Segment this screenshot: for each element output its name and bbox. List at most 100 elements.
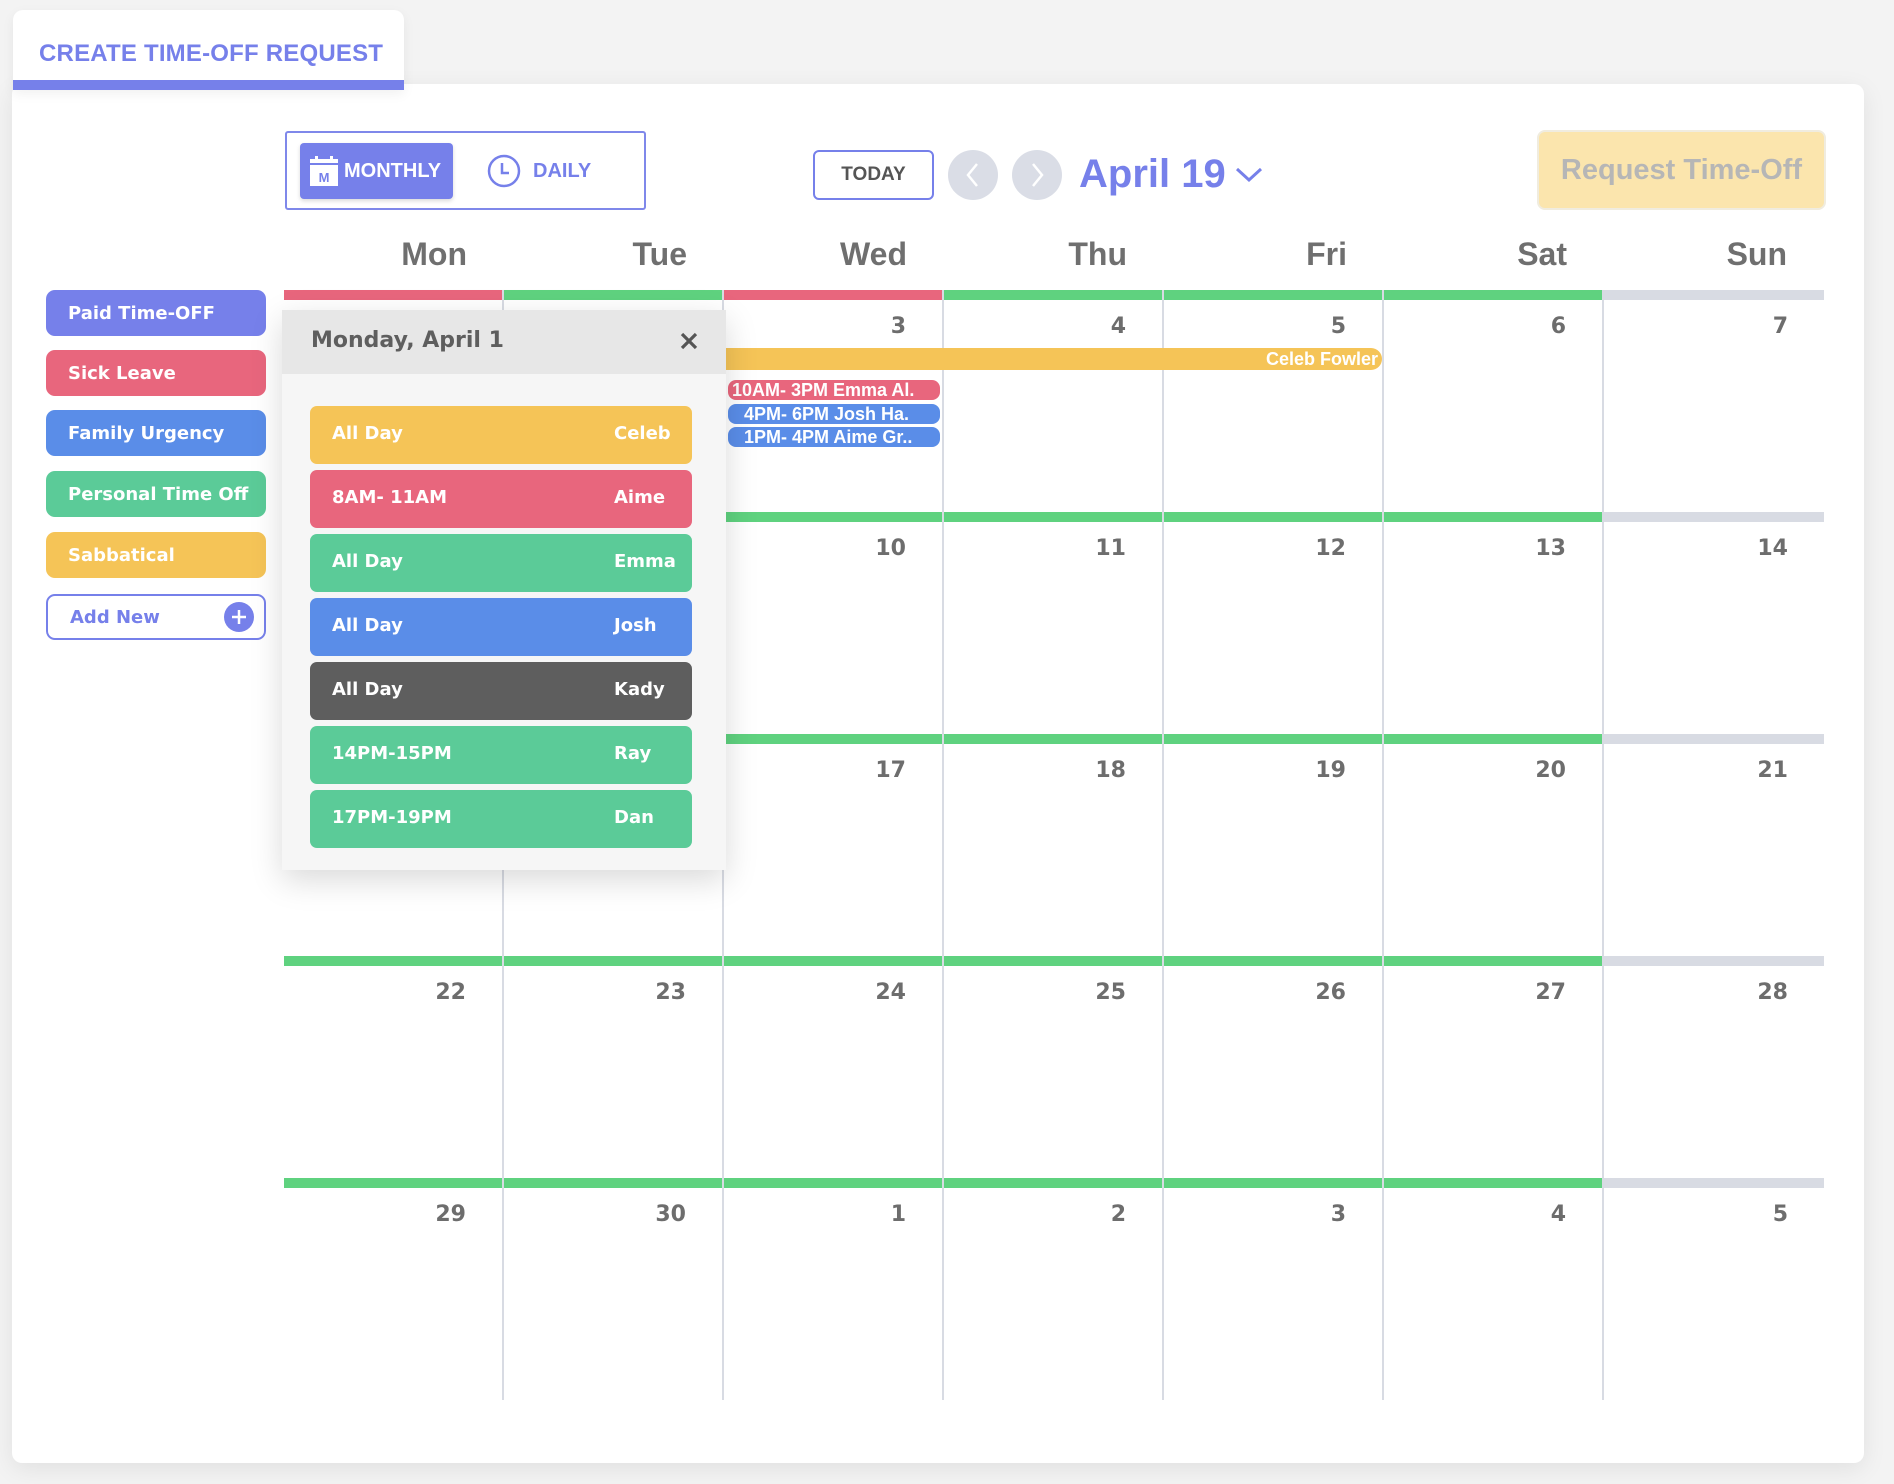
- day-cell[interactable]: 1: [724, 1178, 944, 1400]
- day-cell[interactable]: 3: [1164, 1178, 1384, 1400]
- day-cell[interactable]: 13: [1384, 512, 1604, 734]
- day-cell[interactable]: 20: [1384, 734, 1604, 956]
- day-number: 1: [890, 1202, 906, 1227]
- week-status-bar: [1604, 290, 1824, 300]
- weekday-header-sat: Sat: [1517, 236, 1567, 272]
- day-cell[interactable]: 24: [724, 956, 944, 1178]
- monthly-view-button[interactable]: M MONTHLY: [300, 143, 453, 199]
- weekday-header-sun: Sun: [1726, 236, 1787, 272]
- week-status-bar: [944, 956, 1162, 966]
- day-cell[interactable]: 4: [944, 290, 1164, 512]
- day-number: 6: [1550, 314, 1566, 339]
- chevron-left-icon: [966, 163, 978, 187]
- week-status-bar: [1604, 512, 1824, 522]
- weekday-header-mon: Mon: [401, 236, 467, 272]
- day-number: 24: [875, 980, 906, 1005]
- week-status-bar: [1164, 956, 1382, 966]
- day-cell[interactable]: 5: [1164, 290, 1384, 512]
- popup-event-item[interactable]: All Day Kady: [310, 662, 692, 720]
- day-number: 14: [1757, 536, 1788, 561]
- week-status-bar: [724, 512, 942, 522]
- week-status-bar: [1164, 512, 1382, 522]
- popup-event-item[interactable]: 17PM-19PM Dan: [310, 790, 692, 848]
- week-status-bar: [1164, 734, 1382, 744]
- day-cell[interactable]: 12: [1164, 512, 1384, 734]
- day-number: 5: [1330, 314, 1346, 339]
- day-cell[interactable]: 10: [724, 512, 944, 734]
- day-cell[interactable]: 22: [284, 956, 504, 1178]
- day-cell[interactable]: 3: [724, 290, 944, 512]
- day-cell[interactable]: 27: [1384, 956, 1604, 1178]
- month-selector[interactable]: April 19: [1079, 146, 1264, 202]
- legend-item-family-urgency[interactable]: Family Urgency: [46, 410, 266, 456]
- week-status-bar: [1164, 1178, 1382, 1188]
- day-cell[interactable]: 7: [1604, 290, 1824, 512]
- day-cell[interactable]: 19: [1164, 734, 1384, 956]
- event-chip[interactable]: 4PM- 6PM Josh Ha.: [728, 404, 940, 424]
- day-number: 11: [1095, 536, 1126, 561]
- week-status-bar: [1384, 956, 1602, 966]
- day-number: 26: [1315, 980, 1346, 1005]
- week-status-bar: [1384, 734, 1602, 744]
- weekday-header-wed: Wed: [840, 236, 907, 272]
- event-person-name: Celeb: [614, 423, 671, 444]
- day-cell[interactable]: 17: [724, 734, 944, 956]
- week-status-bar: [284, 290, 502, 300]
- week-status-bar: [944, 734, 1162, 744]
- request-time-off-button[interactable]: Request Time-Off: [1537, 130, 1826, 210]
- event-person-name: Emma: [614, 551, 676, 572]
- day-cell[interactable]: 5: [1604, 1178, 1824, 1400]
- legend-item-label: Family Urgency: [68, 422, 225, 444]
- popup-event-item[interactable]: 8AM- 11AM Aime: [310, 470, 692, 528]
- previous-month-button[interactable]: [948, 150, 998, 200]
- popup-event-item[interactable]: All Day Emma: [310, 534, 692, 592]
- clock-icon: [487, 154, 521, 188]
- tab-active-indicator: [13, 80, 404, 90]
- day-cell[interactable]: 23: [504, 956, 724, 1178]
- chevron-right-icon: [1032, 163, 1044, 187]
- daily-view-button[interactable]: DAILY: [487, 143, 627, 199]
- day-cell[interactable]: 4: [1384, 1178, 1604, 1400]
- view-toggle: M MONTHLY DAILY: [285, 131, 646, 210]
- event-time: 14PM-15PM: [332, 743, 452, 764]
- day-cell[interactable]: 18: [944, 734, 1164, 956]
- day-number: 3: [1330, 1202, 1346, 1227]
- day-number: 13: [1535, 536, 1566, 561]
- today-button[interactable]: TODAY: [813, 150, 934, 200]
- legend-item-personal-time-off[interactable]: Personal Time Off: [46, 471, 266, 517]
- legend-item-sabbatical[interactable]: Sabbatical: [46, 532, 266, 578]
- next-month-button[interactable]: [1012, 150, 1062, 200]
- week-status-bar: [944, 1178, 1162, 1188]
- popup-event-item[interactable]: 14PM-15PM Ray: [310, 726, 692, 784]
- calendar-icon-letter: M: [319, 170, 330, 185]
- event-time: 17PM-19PM: [332, 807, 452, 828]
- popup-event-item[interactable]: All Day Josh: [310, 598, 692, 656]
- day-cell[interactable]: 29: [284, 1178, 504, 1400]
- day-cell[interactable]: 26: [1164, 956, 1384, 1178]
- week-status-bar: [944, 290, 1162, 300]
- day-cell[interactable]: 21: [1604, 734, 1824, 956]
- create-time-off-tab[interactable]: CREATE TIME-OFF REQUEST: [13, 10, 404, 90]
- day-number: 12: [1315, 536, 1346, 561]
- day-cell[interactable]: 14: [1604, 512, 1824, 734]
- day-cell[interactable]: 6: [1384, 290, 1604, 512]
- add-new-category-button[interactable]: Add New: [46, 594, 266, 640]
- day-cell[interactable]: 11: [944, 512, 1164, 734]
- legend-item-paid-time-off[interactable]: Paid Time-OFF: [46, 290, 266, 336]
- day-cell[interactable]: 25: [944, 956, 1164, 1178]
- week-status-bar: [724, 956, 942, 966]
- day-number: 7: [1772, 314, 1788, 339]
- popup-event-item[interactable]: All Day Celeb: [310, 406, 692, 464]
- legend-item-sick-leave[interactable]: Sick Leave: [46, 350, 266, 396]
- day-cell[interactable]: 30: [504, 1178, 724, 1400]
- day-cell[interactable]: 2: [944, 1178, 1164, 1400]
- event-chip[interactable]: 10AM- 3PM Emma Al.: [728, 380, 940, 400]
- day-cell[interactable]: 28: [1604, 956, 1824, 1178]
- event-chip[interactable]: 1PM- 4PM Aime Gr..: [728, 427, 940, 447]
- week-status-bar: [1604, 956, 1824, 966]
- event-time: All Day: [332, 423, 403, 444]
- day-number: 2: [1110, 1202, 1126, 1227]
- day-number: 28: [1757, 980, 1788, 1005]
- close-icon[interactable]: [674, 326, 704, 356]
- add-new-label: Add New: [70, 606, 160, 628]
